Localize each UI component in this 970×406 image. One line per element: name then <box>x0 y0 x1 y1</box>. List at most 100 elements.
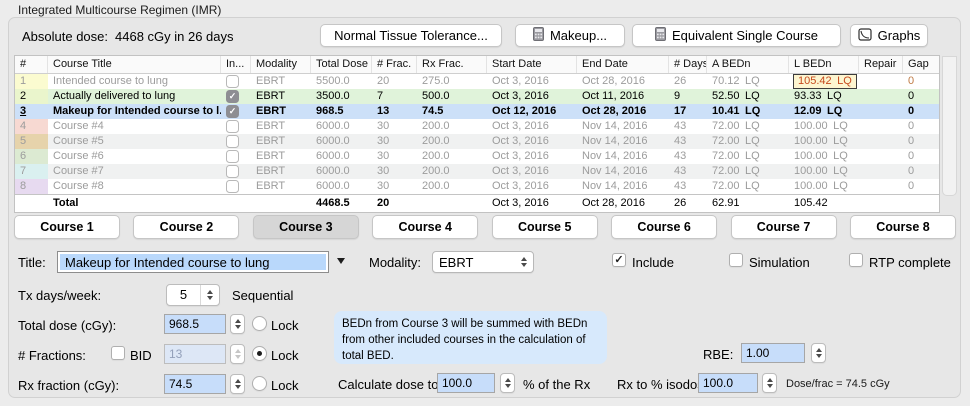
course-4-button[interactable]: Course 4 <box>372 215 479 239</box>
course-5-button[interactable]: Course 5 <box>491 215 598 239</box>
cell-gap: 0 <box>908 180 915 192</box>
include-checkbox[interactable] <box>226 180 239 193</box>
isodose-input[interactable] <box>698 373 758 393</box>
modality-select[interactable]: EBRT <box>432 251 534 273</box>
col-header-modality[interactable]: Modality <box>251 56 311 73</box>
cell-modality: EBRT <box>256 105 286 117</box>
table-row-7[interactable]: 7 Course #7 EBRT 6000.0 30 200.0 Oct 3, … <box>15 164 939 179</box>
cell-modality: EBRT <box>256 180 286 192</box>
equivalent-single-course-button[interactable]: Equivalent Single Course <box>632 24 841 47</box>
course-3-button[interactable]: Course 3 <box>252 215 359 239</box>
fractions-lock-radio[interactable] <box>252 346 267 361</box>
chevron-up-down-icon[interactable] <box>201 285 219 305</box>
title-input[interactable] <box>57 251 329 273</box>
table-scrollbar[interactable] <box>942 56 957 196</box>
rx-fraction-stepper[interactable] <box>230 374 245 394</box>
include-checkbox[interactable] <box>226 135 239 148</box>
cell-a-bedn: 52.50 LQ <box>712 90 760 102</box>
course-7-button[interactable]: Course 7 <box>730 215 837 239</box>
cell-gap: 0 <box>908 90 915 102</box>
total-dose-lock-radio[interactable] <box>252 316 267 331</box>
table-row-6[interactable]: 6 Course #6 EBRT 6000.0 30 200.0 Oct 3, … <box>15 149 939 164</box>
rx-fraction-lock-radio[interactable] <box>252 376 267 391</box>
cell-modality: EBRT <box>256 120 286 132</box>
course-6-button[interactable]: Course 6 <box>611 215 718 239</box>
total-dose-input[interactable] <box>164 314 226 334</box>
normal-tissue-tolerance-button[interactable]: Normal Tissue Tolerance... <box>320 24 502 47</box>
cell-gap: 0 <box>908 150 915 162</box>
cell-days: 43 <box>674 180 687 192</box>
title-dropdown-arrow-icon[interactable] <box>337 258 345 264</box>
modality-value: EBRT <box>439 254 474 270</box>
table-row-4[interactable]: 4 Course #4 EBRT 6000.0 30 200.0 Oct 3, … <box>15 119 939 134</box>
include-checkbox[interactable] <box>612 253 626 267</box>
include-checkbox[interactable] <box>226 75 239 88</box>
calculate-dose-input[interactable] <box>437 373 495 393</box>
include-checkbox[interactable] <box>226 105 239 118</box>
table-row-8[interactable]: 8 Course #8 EBRT 6000.0 30 200.0 Oct 3, … <box>15 179 939 194</box>
col-header-course-title[interactable]: Course Title <box>48 56 221 73</box>
cell-num: 4 <box>15 119 48 134</box>
total-dose-label: Total dose (cGy): <box>18 318 117 333</box>
cell-total-dose: 968.5 <box>316 105 344 117</box>
cell-end: Nov 14, 2016 <box>582 120 648 132</box>
include-checkbox[interactable] <box>226 150 239 163</box>
include-checkbox[interactable] <box>226 120 239 133</box>
graphs-button[interactable]: Graphs <box>850 24 928 47</box>
makeup-button[interactable]: Makeup... <box>515 24 625 47</box>
cell-days: 9 <box>674 90 681 102</box>
percent-rx-label: % of the Rx <box>523 377 591 392</box>
cell-start: Oct 3, 2016 <box>492 135 549 147</box>
table-row-3-selected[interactable]: 3 Makeup for Intended course to l... EBR… <box>15 104 939 119</box>
col-header-n-frac[interactable]: # Frac. <box>372 56 417 73</box>
bid-checkbox[interactable] <box>111 346 125 360</box>
tx-days-stepper[interactable]: 5 <box>166 284 220 306</box>
calculator-icon <box>655 27 666 44</box>
table-row-5[interactable]: 5 Course #5 EBRT 6000.0 30 200.0 Oct 3, … <box>15 134 939 149</box>
cell-n-frac: 30 <box>377 180 390 192</box>
col-header-start-date[interactable]: Start Date <box>487 56 577 73</box>
cell-repair <box>859 179 903 194</box>
include-checkbox[interactable] <box>226 90 239 103</box>
col-header-repair[interactable]: Repair <box>859 56 903 73</box>
col-header-total-dose[interactable]: Total Dose <box>311 56 372 73</box>
course-table: # Course Title In... Modality Total Dose… <box>14 55 940 213</box>
col-header-l-bedn[interactable]: L BEDn <box>789 56 859 73</box>
total-a-bedn: 62.91 <box>712 197 740 209</box>
rbe-stepper[interactable] <box>811 343 826 363</box>
rtp-complete-checkbox[interactable] <box>849 253 863 267</box>
cell-rx-frac: 500.0 <box>422 90 450 102</box>
table-total-row: Total 4468.5 20 Oct 3, 2016 Oct 28, 2016… <box>15 194 939 212</box>
cell-gap: 0 <box>908 165 915 177</box>
col-header-num[interactable]: # <box>15 56 48 73</box>
course-8-button[interactable]: Course 8 <box>849 215 956 239</box>
rx-fraction-input[interactable] <box>164 374 226 394</box>
include-label: Include <box>632 255 674 270</box>
include-checkbox[interactable] <box>226 165 239 178</box>
col-header-end-date[interactable]: End Date <box>577 56 669 73</box>
course-1-button[interactable]: Course 1 <box>14 215 120 239</box>
table-row-1[interactable]: 1 Intended course to lung EBRT 5500.0 20… <box>15 74 939 89</box>
col-header-rx-frac[interactable]: Rx Frac. <box>417 56 487 73</box>
rbe-input[interactable] <box>741 343 805 363</box>
cell-days: 43 <box>674 150 687 162</box>
isodose-stepper[interactable] <box>762 373 777 393</box>
rtp-complete-label: RTP complete <box>869 255 951 270</box>
col-header-a-bedn[interactable]: A BEDn <box>707 56 789 73</box>
total-l-bedn: 105.42 <box>794 197 828 209</box>
course-2-button[interactable]: Course 2 <box>133 215 240 239</box>
col-header-days[interactable]: # Days <box>669 56 707 73</box>
cell-gap: 0 <box>908 75 915 87</box>
cell-n-frac: 13 <box>377 105 390 117</box>
simulation-checkbox[interactable] <box>729 253 743 267</box>
cell-title: Actually delivered to lung <box>53 90 176 102</box>
total-end: Oct 28, 2016 <box>582 197 645 209</box>
col-header-include[interactable]: In... <box>221 56 251 73</box>
cell-num: 2 <box>15 89 48 104</box>
cell-a-bedn: 72.00 LQ <box>712 135 760 147</box>
col-header-gap[interactable]: Gap <box>903 56 939 73</box>
calculate-dose-stepper[interactable] <box>500 373 515 393</box>
table-row-2[interactable]: 2 Actually delivered to lung EBRT 3500.0… <box>15 89 939 104</box>
title-label: Title: <box>18 255 46 270</box>
total-dose-stepper[interactable] <box>230 314 245 334</box>
